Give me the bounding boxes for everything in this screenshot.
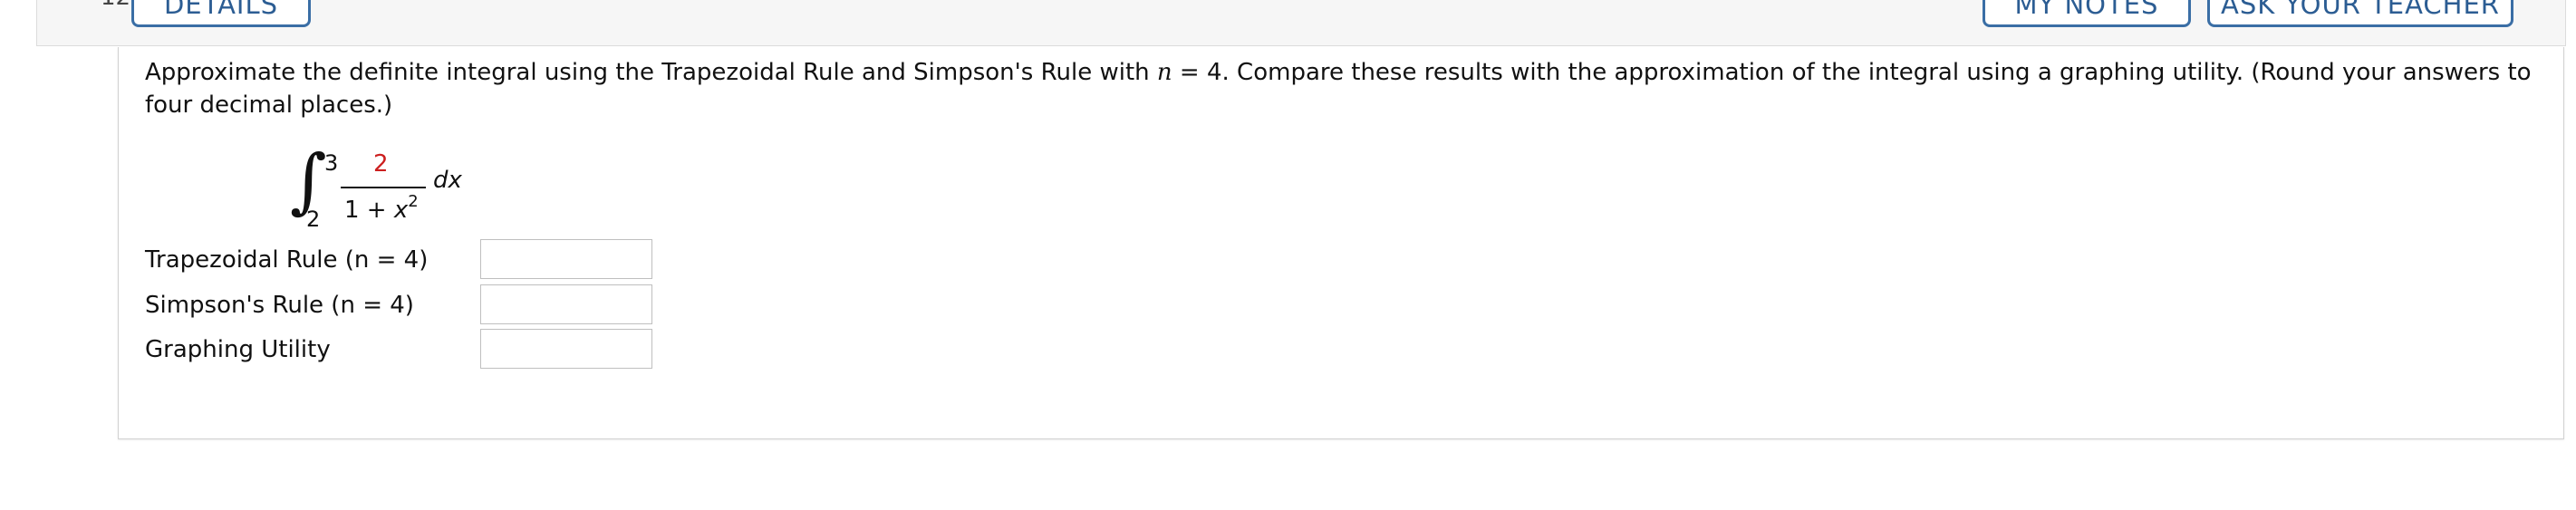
- integral-expression: ∫ 3 2 2 1 + x2 dx: [272, 140, 507, 232]
- ask-teacher-button[interactable]: ASK YOUR TEACHER: [2207, 0, 2513, 27]
- simpson-label: Simpson's Rule (n = 4): [145, 292, 414, 319]
- trapezoidal-answer-input[interactable]: [480, 239, 652, 279]
- question-prompt: Approximate the definite integral using …: [145, 59, 2532, 119]
- my-notes-button[interactable]: MY NOTES: [1983, 0, 2191, 27]
- details-button[interactable]: DETAILS: [131, 0, 311, 27]
- upper-limit: 3: [324, 150, 339, 176]
- graphing-utility-label: Graphing Utility: [145, 336, 331, 363]
- fraction-bar: [341, 187, 426, 188]
- fraction-denominator: 1 + x2: [344, 192, 419, 224]
- fraction-numerator: 2: [373, 150, 389, 178]
- variable-n: n: [1156, 59, 1172, 86]
- graphing-utility-answer-input[interactable]: [480, 329, 652, 369]
- simpson-answer-input[interactable]: [480, 284, 652, 324]
- trapezoidal-label: Trapezoidal Rule (n = 4): [145, 246, 429, 274]
- lower-limit: 2: [306, 207, 321, 232]
- differential: dx: [433, 167, 462, 194]
